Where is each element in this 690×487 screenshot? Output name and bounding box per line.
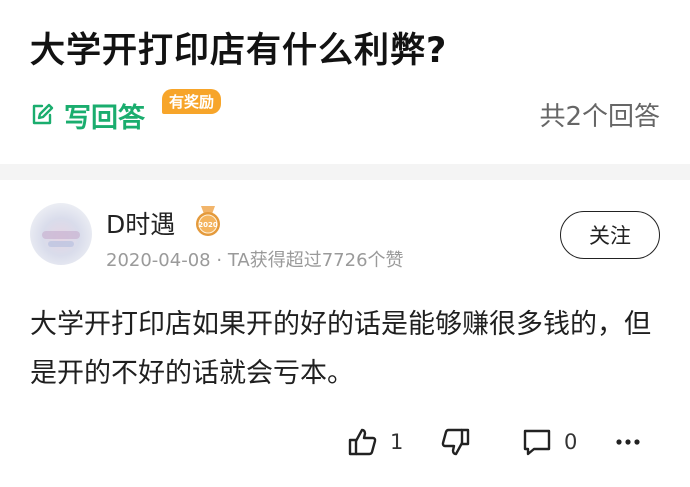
author-name[interactable]: D时遇 (106, 205, 175, 241)
answer-date: 2020-04-08 (106, 250, 211, 271)
follow-button[interactable]: 关注 (560, 211, 660, 259)
comment-count: 0 (564, 430, 578, 454)
section-divider (0, 164, 690, 180)
thumbs-up-icon (348, 428, 377, 456)
dislike-button[interactable] (440, 427, 470, 457)
comment-icon (523, 429, 551, 456)
answer-count[interactable]: 共2个回答 (539, 96, 660, 133)
more-icon (616, 439, 640, 445)
answer-meta: 2020-04-08 · TA获得超过7726个赞 (106, 246, 404, 272)
write-answer-label: 写回答 (64, 102, 145, 134)
avatar[interactable] (30, 203, 92, 265)
author-likes-info: TA获得超过7726个赞 (227, 250, 404, 271)
answer-content: 大学开打印店如果开的好的话是能够赚很多钱的，但是开的不好的话就会亏本。 (30, 309, 651, 389)
meta-separator: · (216, 250, 223, 271)
like-count: 1 (390, 430, 404, 454)
more-button[interactable] (613, 427, 643, 457)
question-title: 大学开打印店有什么利弊? (30, 31, 448, 71)
thumbs-down-icon (441, 428, 470, 456)
answer-actions: 1 0 (0, 427, 690, 467)
edit-icon (32, 103, 54, 125)
write-answer-button[interactable]: 写回答 (30, 96, 145, 135)
reward-badge: 有奖励 (162, 89, 222, 114)
comment-button[interactable]: 0 (522, 427, 577, 457)
medal-icon: 2020 (196, 206, 220, 236)
answer-bar: 写回答 有奖励 (30, 89, 222, 135)
medal-year: 2020 (198, 221, 218, 229)
like-button[interactable]: 1 (348, 427, 403, 457)
